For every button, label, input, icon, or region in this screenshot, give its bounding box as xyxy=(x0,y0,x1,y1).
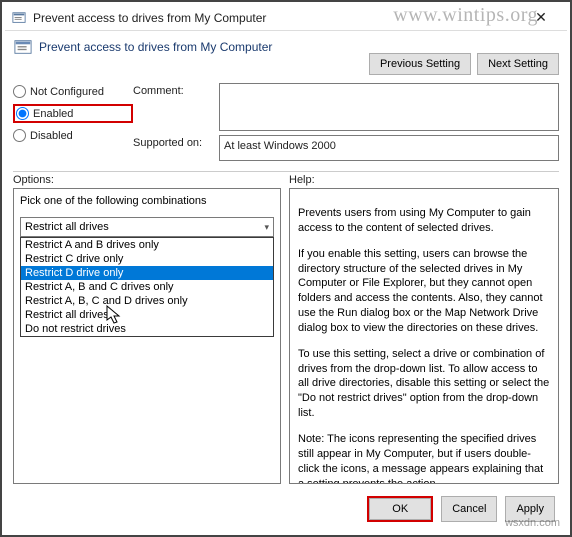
combobox-option[interactable]: Restrict A and B drives only xyxy=(21,238,273,252)
pick-combination-label: Pick one of the following combinations xyxy=(20,195,274,207)
help-paragraph: Note: The icons representing the specifi… xyxy=(298,432,550,484)
radio-not-configured-input[interactable] xyxy=(13,85,26,98)
chevron-down-icon: ▾ xyxy=(264,222,269,233)
combobox-dropdown-list: Restrict A and B drives onlyRestrict C d… xyxy=(20,237,274,337)
policy-header-icon xyxy=(13,37,33,57)
drive-restriction-combobox[interactable]: Restrict all drives ▾ Restrict A and B d… xyxy=(20,217,274,237)
radio-disabled-input[interactable] xyxy=(13,129,26,142)
combobox-option[interactable]: Restrict A, B and C drives only xyxy=(21,280,273,294)
combobox-selected-value: Restrict all drives xyxy=(25,221,109,233)
radio-enabled-label: Enabled xyxy=(33,108,73,120)
help-paragraph: To use this setting, select a drive or c… xyxy=(298,347,550,421)
comment-label: Comment: xyxy=(133,83,213,97)
radio-disabled-label: Disabled xyxy=(30,130,73,142)
titlebar: Prevent access to drives from My Compute… xyxy=(5,5,567,31)
radio-disabled[interactable]: Disabled xyxy=(13,129,133,142)
help-paragraph: Prevents users from using My Computer to… xyxy=(298,206,550,236)
policy-icon xyxy=(11,10,27,26)
radio-enabled-input[interactable] xyxy=(16,107,29,120)
ok-button[interactable]: OK xyxy=(369,498,431,520)
combobox-option[interactable]: Restrict A, B, C and D drives only xyxy=(21,294,273,308)
combobox-option[interactable]: Restrict D drive only xyxy=(21,266,273,280)
supported-on-label: Supported on: xyxy=(133,135,213,149)
options-label: Options: xyxy=(13,174,281,186)
cancel-button[interactable]: Cancel xyxy=(441,496,497,522)
help-panel[interactable]: Prevents users from using My Computer to… xyxy=(289,188,559,484)
next-setting-button[interactable]: Next Setting xyxy=(477,53,559,75)
radio-not-configured[interactable]: Not Configured xyxy=(13,85,133,98)
combobox-option[interactable]: Do not restrict drives xyxy=(21,322,273,336)
enabled-highlight-box: Enabled xyxy=(13,104,133,123)
close-button[interactable]: ✕ xyxy=(521,9,561,26)
help-paragraph: If you enable this setting, users can br… xyxy=(298,247,550,336)
combobox-option[interactable]: Restrict all drives xyxy=(21,308,273,322)
options-panel: Pick one of the following combinations R… xyxy=(13,188,281,484)
divider xyxy=(13,171,559,172)
radio-not-configured-label: Not Configured xyxy=(30,86,104,98)
policy-editor-window: Prevent access to drives from My Compute… xyxy=(5,5,567,532)
help-label: Help: xyxy=(281,174,559,186)
comment-textarea[interactable] xyxy=(219,83,559,131)
header-title: Prevent access to drives from My Compute… xyxy=(39,40,272,54)
combobox-option[interactable]: Restrict C drive only xyxy=(21,252,273,266)
window-title: Prevent access to drives from My Compute… xyxy=(33,11,521,25)
radio-enabled[interactable]: Enabled xyxy=(16,107,73,120)
footer: OK Cancel Apply xyxy=(5,490,567,532)
ok-highlight-box: OK xyxy=(367,496,433,522)
supported-on-value: At least Windows 2000 xyxy=(219,135,559,161)
apply-button[interactable]: Apply xyxy=(505,496,555,522)
previous-setting-button[interactable]: Previous Setting xyxy=(369,53,471,75)
